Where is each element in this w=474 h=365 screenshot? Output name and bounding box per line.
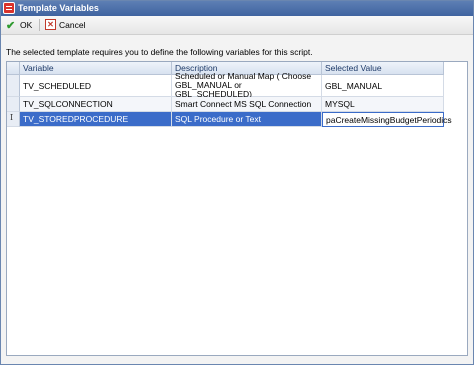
cancel-icon: ✕	[45, 19, 56, 30]
template-variables-dialog: Template Variables ✔ OK ✕ Cancel The sel…	[0, 0, 474, 365]
cancel-label: Cancel	[59, 20, 86, 30]
table-row[interactable]: TV_SCHEDULED Scheduled or Manual Map ( C…	[7, 72, 444, 99]
row-indicator[interactable]	[7, 75, 20, 97]
app-icon	[3, 2, 15, 14]
column-header-variable[interactable]: Variable	[20, 62, 172, 75]
ok-button[interactable]: ✔ OK	[5, 18, 35, 32]
cell-variable[interactable]: TV_STOREDPROCEDURE	[20, 112, 172, 127]
cell-selected-value[interactable]: GBL_MANUAL	[322, 75, 444, 97]
toolbar: ✔ OK ✕ Cancel	[1, 16, 473, 35]
cell-description[interactable]: Scheduled or Manual Map ( Choose GBL_MAN…	[172, 72, 322, 99]
text-cursor-icon: I	[10, 113, 14, 122]
title-bar[interactable]: Template Variables	[1, 1, 473, 16]
window-title: Template Variables	[18, 3, 99, 13]
ok-label: OK	[20, 20, 33, 30]
cell-selected-value[interactable]: MYSQL	[322, 97, 444, 112]
row-indicator-header	[7, 62, 20, 75]
table-row[interactable]: TV_SQLCONNECTION Smart Connect MS SQL Co…	[7, 97, 444, 112]
variables-grid: Variable Description Selected Value TV_S…	[6, 61, 468, 356]
checkmark-icon: ✔	[6, 20, 16, 32]
instruction-text: The selected template requires you to de…	[6, 47, 313, 57]
cell-selected-value-editor[interactable]: paCreateMissingBudgetPeriodics	[322, 112, 452, 127]
cell-description[interactable]: SQL Procedure or Text	[172, 112, 322, 127]
table-row-selected[interactable]: I TV_STOREDPROCEDURE SQL Procedure or Te…	[7, 112, 452, 127]
cancel-button[interactable]: ✕ Cancel	[44, 18, 90, 32]
cell-description[interactable]: Smart Connect MS SQL Connection	[172, 97, 322, 112]
toolbar-separator	[39, 19, 40, 31]
row-indicator[interactable]	[7, 97, 20, 112]
column-header-selected-value[interactable]: Selected Value	[322, 62, 444, 75]
cell-variable[interactable]: TV_SCHEDULED	[20, 75, 172, 97]
row-indicator-editing[interactable]: I	[7, 112, 20, 127]
cell-variable[interactable]: TV_SQLCONNECTION	[20, 97, 172, 112]
